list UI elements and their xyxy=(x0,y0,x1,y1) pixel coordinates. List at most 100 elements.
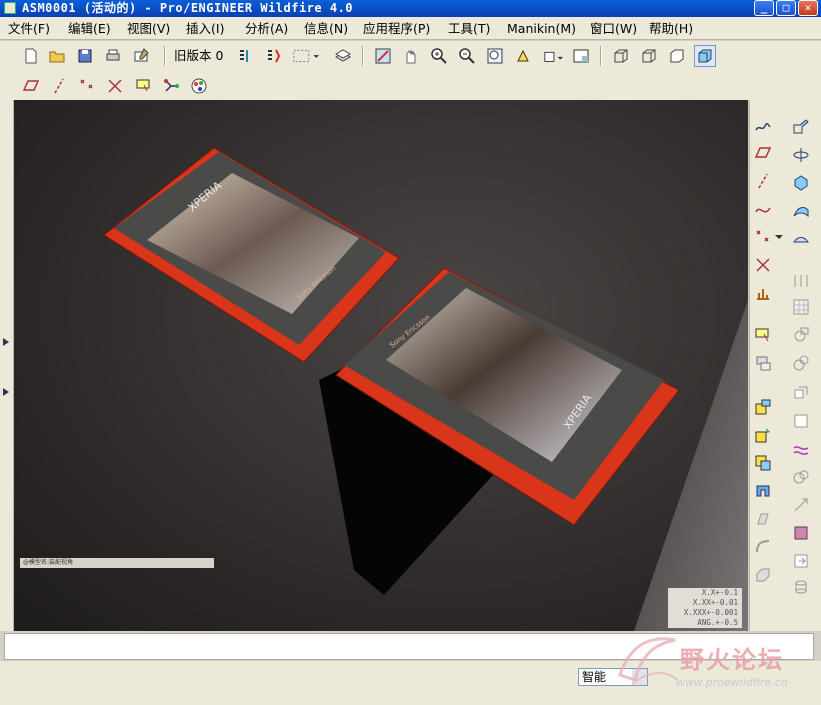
maximize-button[interactable]: □ xyxy=(776,0,796,16)
saved-views-icon[interactable] xyxy=(540,45,566,67)
surface-merge-icon[interactable] xyxy=(790,438,812,460)
menu-view[interactable]: 视图(V) xyxy=(127,20,170,37)
offset-icon[interactable] xyxy=(790,382,812,404)
model-render: XPERIA Sony Ericsson XPERIA Sony Ericsso… xyxy=(103,147,748,631)
datum-axis-icon[interactable] xyxy=(752,170,774,192)
wireframe-icon[interactable] xyxy=(610,45,632,67)
view-manager-icon[interactable] xyxy=(570,45,592,67)
rib-icon[interactable] xyxy=(790,352,812,374)
tolerance-line: X.XX+-0.01 xyxy=(692,598,738,607)
extend-icon[interactable] xyxy=(790,494,812,516)
print-icon[interactable] xyxy=(102,45,124,67)
toolbar-separator xyxy=(164,46,166,66)
menu-analysis[interactable]: 分析(A) xyxy=(245,20,288,37)
repaint-icon[interactable] xyxy=(372,45,394,67)
datum-plane-icon[interactable] xyxy=(752,142,774,164)
component-create-icon[interactable] xyxy=(752,352,774,374)
model-info-label: @模型名:装配视角 xyxy=(20,558,214,568)
tolerance-table: X.X+-0.1 X.XX+-0.01 X.XXX+-0.001 ANG.+-0… xyxy=(668,588,742,628)
toolbar-separator xyxy=(600,46,602,66)
hole-icon[interactable] xyxy=(752,508,774,530)
network-icon[interactable] xyxy=(160,75,182,97)
watermark-text: 野火论坛 xyxy=(680,646,784,674)
chamfer-icon[interactable] xyxy=(752,564,774,586)
dropdown-arrow-icon[interactable] xyxy=(774,226,784,248)
app-icon xyxy=(4,2,16,14)
extrude-icon[interactable] xyxy=(790,172,812,194)
draft-icon[interactable] xyxy=(790,270,812,292)
sketch-curve-icon[interactable] xyxy=(752,116,774,138)
shell-icon[interactable] xyxy=(790,324,812,346)
datum-plane-display-icon[interactable] xyxy=(20,75,42,97)
menu-applications[interactable]: 应用程序(P) xyxy=(363,20,430,37)
regenerate-manager-icon[interactable] xyxy=(262,45,284,67)
zoom-in-icon[interactable] xyxy=(428,45,450,67)
minimize-button[interactable]: _ xyxy=(754,0,774,16)
package-icon[interactable] xyxy=(752,452,774,474)
datum-point-display-icon[interactable] xyxy=(76,75,98,97)
selection-box-icon[interactable] xyxy=(290,45,322,67)
watermark-url: www.proewildfire.cn xyxy=(676,676,788,689)
trim-icon[interactable] xyxy=(790,466,812,488)
coordinate-system-icon[interactable] xyxy=(752,254,774,276)
component-place-icon[interactable] xyxy=(752,324,774,346)
mirror-icon[interactable] xyxy=(790,116,812,138)
left-collapse-strip[interactable] xyxy=(0,100,14,631)
appearance-icon[interactable] xyxy=(188,75,210,97)
menu-help[interactable]: 帮助(H) xyxy=(649,20,693,37)
menu-edit[interactable]: 编辑(E) xyxy=(68,20,111,37)
datum-toolbar xyxy=(0,71,821,101)
menu-bar: 文件(F) 编辑(E) 视图(V) 插入(I) 分析(A) 信息(N) 应用程序… xyxy=(0,17,821,40)
main-toolbar: 旧版本 0 xyxy=(0,41,821,71)
pattern-icon[interactable] xyxy=(790,296,812,318)
datum-point-icon[interactable] xyxy=(752,226,774,248)
title-bar: ASM0001 (活动的) - Pro/ENGINEER Wildfire 4.… xyxy=(0,0,821,17)
spin-center-icon[interactable] xyxy=(400,45,422,67)
old-version-button[interactable]: 旧版本 0 xyxy=(174,47,223,65)
close-button[interactable]: ✕ xyxy=(798,0,818,16)
annotation-display-icon[interactable] xyxy=(132,75,154,97)
analysis-feature-icon[interactable] xyxy=(752,282,774,304)
coordinate-system-display-icon[interactable] xyxy=(104,75,126,97)
menu-insert[interactable]: 插入(I) xyxy=(186,20,224,37)
selection-filter-value: 智能 xyxy=(582,670,607,684)
email-icon[interactable] xyxy=(130,45,152,67)
phone-top: XPERIA Sony Ericsson xyxy=(103,147,400,363)
menu-tools[interactable]: 工具(T) xyxy=(448,20,490,37)
hidden-line-icon[interactable] xyxy=(638,45,660,67)
expand-arrow-icon[interactable] xyxy=(3,388,9,396)
thicken-icon[interactable] xyxy=(790,410,812,432)
boundary-blend-icon[interactable] xyxy=(790,576,812,598)
tolerance-line: X.X+-0.1 xyxy=(701,588,738,597)
zoom-fit-icon[interactable] xyxy=(484,45,506,67)
open-folder-icon[interactable] xyxy=(46,45,68,67)
blend-icon[interactable] xyxy=(790,228,812,250)
shading-icon[interactable] xyxy=(694,45,716,67)
reorient-icon[interactable] xyxy=(512,45,534,67)
sweep-icon[interactable] xyxy=(790,200,812,222)
solidify-icon[interactable] xyxy=(790,522,812,544)
menu-window[interactable]: 窗口(W) xyxy=(590,20,637,37)
new-file-icon[interactable] xyxy=(20,45,42,67)
regenerate-icon[interactable] xyxy=(234,45,256,67)
zoom-out-icon[interactable] xyxy=(456,45,478,67)
datum-axis-display-icon[interactable] xyxy=(48,75,70,97)
save-icon[interactable] xyxy=(74,45,96,67)
round-icon[interactable] xyxy=(752,536,774,558)
revolve-icon[interactable] xyxy=(790,144,812,166)
graphics-viewport[interactable]: XPERIA Sony Ericsson XPERIA Sony Ericsso… xyxy=(14,100,748,631)
expand-arrow-icon[interactable] xyxy=(3,338,9,346)
cut-icon[interactable] xyxy=(752,480,774,502)
tolerance-line: ANG.+-0.5 xyxy=(697,618,738,627)
menu-info[interactable]: 信息(N) xyxy=(304,20,348,37)
window-title: ASM0001 (活动的) - Pro/ENGINEER Wildfire 4.… xyxy=(22,1,354,15)
create-part-icon[interactable] xyxy=(752,424,774,446)
layers-icon[interactable] xyxy=(332,45,354,67)
menu-file[interactable]: 文件(F) xyxy=(8,20,50,37)
merge-icon[interactable] xyxy=(790,550,812,572)
menu-manikin[interactable]: Manikin(M) xyxy=(507,20,576,37)
datum-curve-icon[interactable] xyxy=(752,198,774,220)
tolerance-line: X.XXX+-0.001 xyxy=(683,608,738,617)
no-hidden-icon[interactable] xyxy=(666,45,688,67)
assemble-icon[interactable] xyxy=(752,396,774,418)
